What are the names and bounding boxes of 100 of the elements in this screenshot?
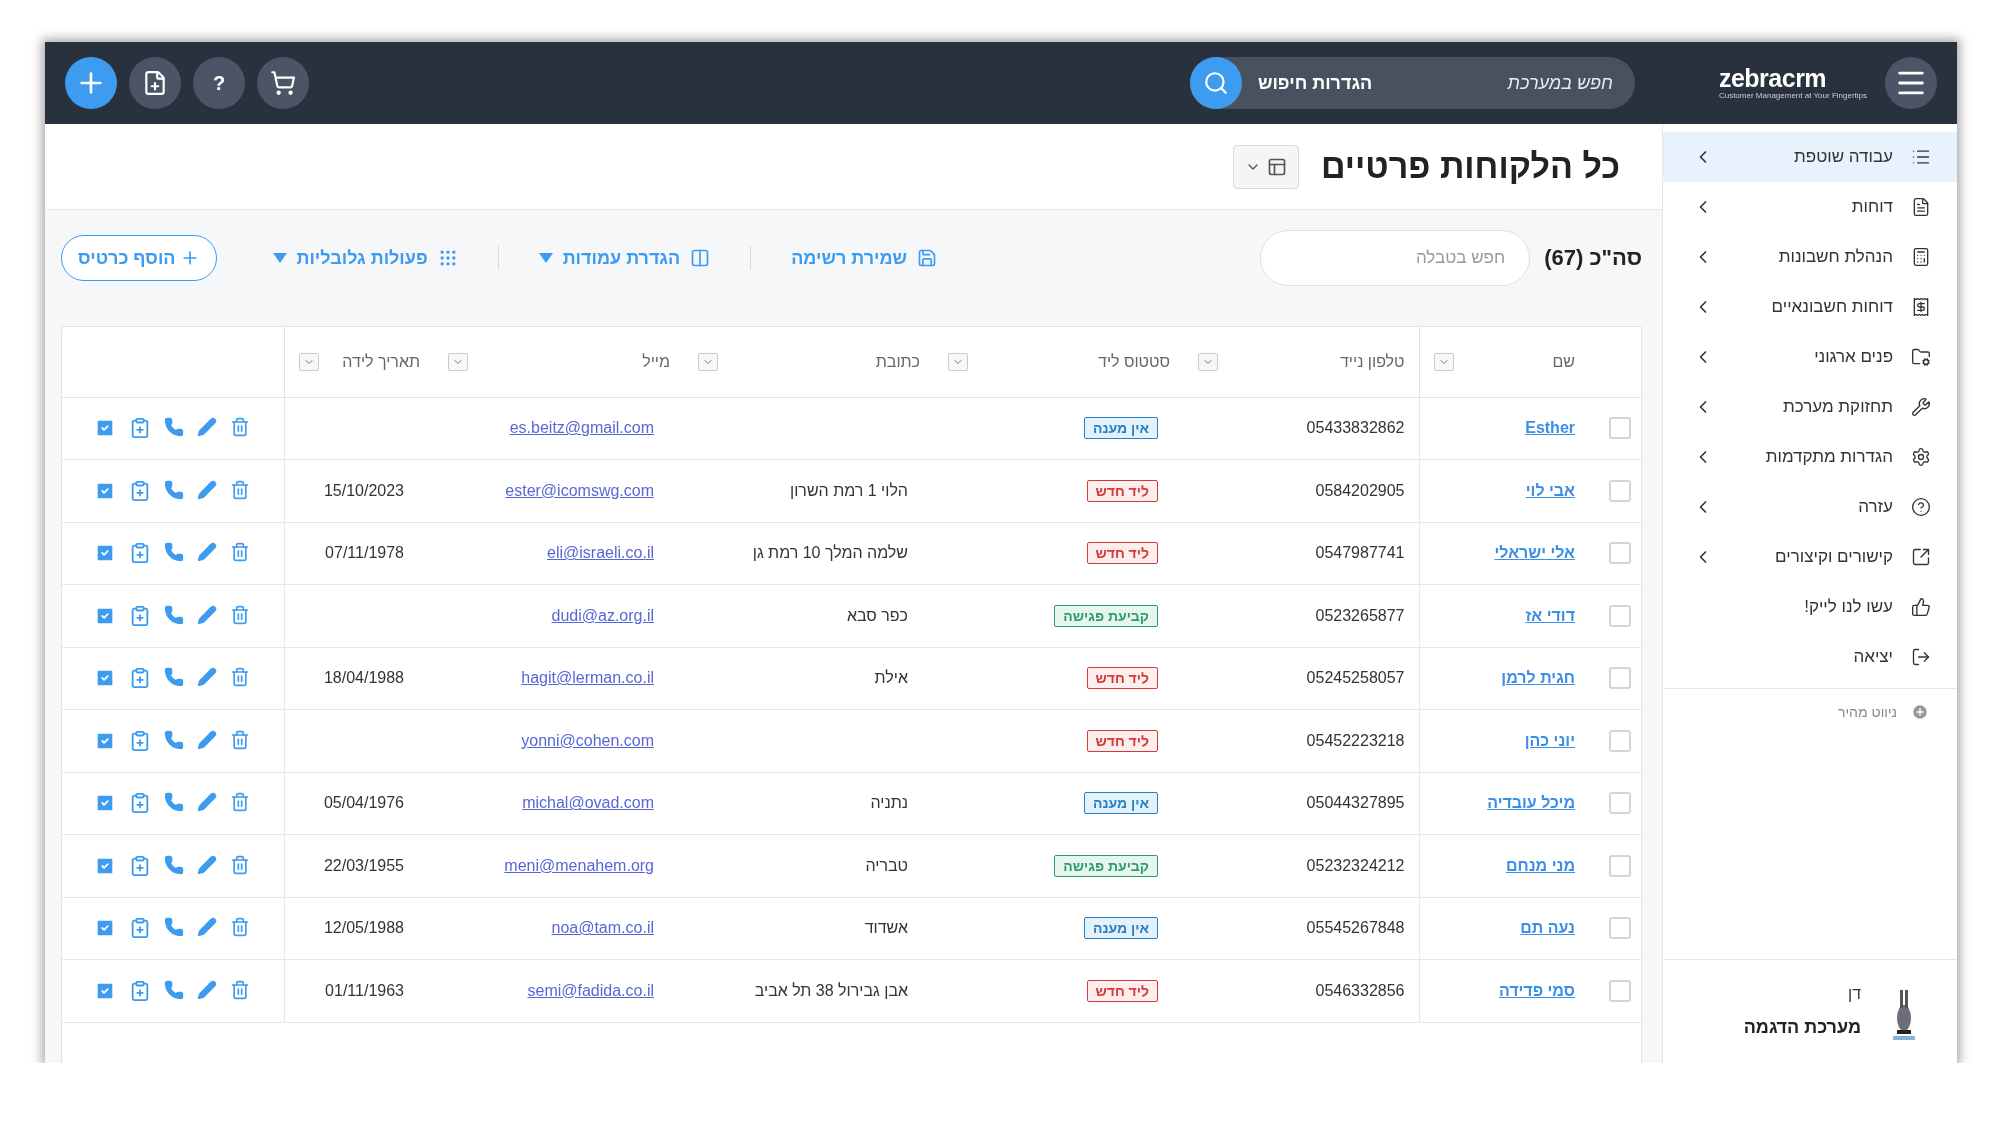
email-link[interactable]: es.beitz@gmail.com <box>509 419 654 437</box>
row-checkbox[interactable] <box>1609 917 1631 940</box>
column-filter-button[interactable] <box>298 352 319 371</box>
column-filter-button[interactable] <box>698 352 718 371</box>
delete-icon[interactable] <box>230 479 251 502</box>
column-filter-button[interactable] <box>1198 352 1218 371</box>
sidebar-item[interactable]: יציאה <box>1663 632 1957 682</box>
file-plus-icon <box>142 70 168 96</box>
column-filter-button[interactable] <box>948 352 968 371</box>
help-button[interactable]: ? <box>193 57 245 109</box>
edit-icon[interactable] <box>197 479 218 502</box>
quick-nav-link[interactable]: ניווט מהיר <box>1663 689 1957 735</box>
table-search-field[interactable]: חפש בטבלה <box>1282 247 1508 269</box>
phone-icon[interactable] <box>164 479 185 502</box>
column-filter-button[interactable] <box>1433 352 1454 371</box>
customer-name-link[interactable]: אבי לוי <box>1525 481 1575 499</box>
sidebar-item[interactable]: דוחות <box>1663 182 1957 232</box>
email-link[interactable]: hagit@lerman.co.il <box>521 669 654 687</box>
delete-icon[interactable] <box>230 729 251 752</box>
status-badge: ליד חדש <box>1086 479 1158 502</box>
thumbs-up-icon <box>1911 597 1931 617</box>
customer-name-link[interactable]: יוני כהן <box>1524 731 1575 749</box>
menu-button[interactable] <box>1885 57 1937 109</box>
add-button[interactable] <box>65 57 117 109</box>
row-checkbox[interactable] <box>1609 542 1631 565</box>
email-link[interactable]: noa@tam.co.il <box>551 919 654 937</box>
status-badge: אין מענה <box>1083 417 1158 440</box>
row-checkbox[interactable] <box>1609 667 1631 690</box>
birth-date-cell: 18/04/1988 <box>323 669 404 687</box>
sidebar-item[interactable]: הנהלת חשבונות <box>1663 232 1957 282</box>
edit-icon[interactable] <box>197 604 218 627</box>
phone-icon[interactable] <box>164 729 185 752</box>
customer-name-link[interactable]: חגית לרמן <box>1501 669 1575 687</box>
email-link[interactable]: semi@fadida.co.il <box>527 981 654 999</box>
email-link[interactable]: michal@ovad.com <box>522 794 654 812</box>
logo-tagline: Customer Management at Your Fingertips <box>1718 91 1867 100</box>
email-link[interactable]: eli@israeli.co.il <box>547 544 654 562</box>
caret-icon <box>272 253 287 263</box>
customer-name-link[interactable]: מיכל עובדיה <box>1487 794 1575 812</box>
status-badge: ליד חדש <box>1086 979 1158 1002</box>
sidebar-item[interactable]: דוחות חשבונאיים <box>1663 282 1957 332</box>
phone-icon[interactable] <box>164 604 185 627</box>
phone-icon[interactable] <box>164 854 185 877</box>
customer-name-link[interactable]: Esther <box>1525 419 1575 437</box>
edit-icon[interactable] <box>197 729 218 752</box>
layout-icon <box>1267 156 1287 177</box>
system-search-field[interactable]: חפש במערכת <box>1372 71 1615 95</box>
phone-cell: 0546332856 <box>1315 981 1405 999</box>
layout-switch-button[interactable] <box>1233 144 1299 189</box>
delete-icon[interactable] <box>230 604 251 627</box>
edit-icon[interactable] <box>197 979 218 1002</box>
birth-date-cell: 15/10/2023 <box>323 481 404 499</box>
address-cell: טבריה <box>865 856 908 874</box>
sidebar-item[interactable]: תחזוקת מערכת <box>1663 382 1957 432</box>
sidebar-item[interactable]: עשו לנו לייק! <box>1663 582 1957 632</box>
phone-icon[interactable] <box>164 979 185 1002</box>
search-settings-link[interactable]: הגדרות חיפוש <box>1257 72 1373 94</box>
columns-icon <box>690 248 711 268</box>
sidebar-item[interactable]: קישורים וקיצורים <box>1663 532 1957 582</box>
row-checkbox[interactable] <box>1609 604 1631 627</box>
delete-icon[interactable] <box>230 854 251 877</box>
row-checkbox[interactable] <box>1609 417 1631 440</box>
column-header: שם <box>1552 352 1575 371</box>
search-button[interactable] <box>1189 57 1242 109</box>
email-link[interactable]: ester@icomswg.com <box>505 481 654 499</box>
customer-name-link[interactable]: סמי פדידה <box>1498 981 1575 999</box>
add-card-button[interactable]: הוסף כרטיס <box>61 235 217 281</box>
customer-name-link[interactable]: אלי ישראלי <box>1494 544 1575 562</box>
delete-icon[interactable] <box>230 979 251 1002</box>
status-badge: ליד חדש <box>1086 729 1158 752</box>
row-checkbox[interactable] <box>1609 729 1631 752</box>
email-link[interactable]: yonni@cohen.com <box>521 731 654 749</box>
column-header: כתובת <box>875 352 920 371</box>
toolbar-action[interactable]: שמירת רשימה <box>765 247 964 269</box>
folder-icon <box>1911 347 1931 367</box>
status-badge: ליד חדש <box>1086 542 1158 565</box>
sidebar-item[interactable]: עזרה <box>1663 482 1957 532</box>
cart-button[interactable] <box>257 57 309 109</box>
row-checkbox[interactable] <box>1609 854 1631 877</box>
row-checkbox[interactable] <box>1609 792 1631 815</box>
sidebar-item[interactable]: עבודה שוטפת <box>1663 132 1957 182</box>
toolbar-action[interactable]: פעולות גלובליות <box>246 247 484 269</box>
customer-name-link[interactable]: מני מנחם <box>1505 856 1575 874</box>
sidebar-item[interactable]: הגדרות מתקדמות <box>1663 432 1957 482</box>
column-filter-button[interactable] <box>448 352 468 371</box>
customer-name-link[interactable]: דודי אז <box>1525 606 1575 624</box>
status-badge: אין מענה <box>1083 792 1158 815</box>
new-document-button[interactable] <box>129 57 181 109</box>
document-icon <box>1911 197 1931 217</box>
row-checkbox[interactable] <box>1609 979 1631 1002</box>
sidebar-item[interactable]: פנים ארגוני <box>1663 332 1957 382</box>
row-checkbox[interactable] <box>1609 479 1631 502</box>
toolbar-action[interactable]: הגדרת עמודות <box>512 247 737 269</box>
email-link[interactable]: meni@menahem.org <box>504 856 654 874</box>
table-search-box[interactable]: חפש בטבלה <box>1260 230 1531 286</box>
birth-date-cell: 07/11/1978 <box>325 544 404 562</box>
customer-name-link[interactable]: נעה תם <box>1520 919 1575 937</box>
phone-cell: 05452223218 <box>1306 731 1405 749</box>
email-link[interactable]: dudi@az.org.il <box>551 606 654 624</box>
edit-icon[interactable] <box>197 854 218 877</box>
